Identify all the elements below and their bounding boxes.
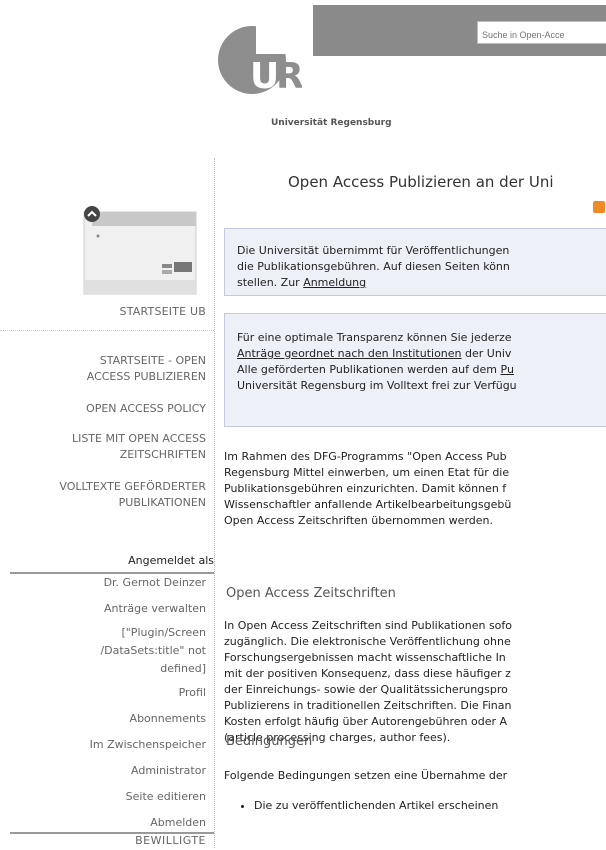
divider: [0, 330, 214, 331]
nav-label: OPEN ACCESS POLICY: [86, 402, 206, 415]
box-text: stellen. Zur Anmeldung: [237, 275, 606, 291]
account-administrator[interactable]: Administrator: [131, 762, 206, 780]
page-title: Open Access Publizieren an der Uni: [288, 173, 554, 191]
publikationsserver-link[interactable]: Pu: [501, 363, 514, 376]
nav-label: ZEITSCHRIFTEN: [119, 448, 206, 461]
startseite-ub-link[interactable]: STARTSEITE UB: [120, 305, 206, 318]
para-line: Publikationsgebühren einzurichten. Damit…: [224, 482, 507, 495]
account-label: defined]: [160, 662, 206, 675]
antraege-institutionen-link[interactable]: Anträge geordnet nach den Institutionen: [237, 347, 462, 360]
info-box-transparency: Für eine optimale Transparenz können Sie…: [224, 313, 606, 427]
list-item: Die zu veröffentlichenden Artikel ersche…: [254, 798, 498, 814]
para-line: In Open Access Zeitschriften sind Publik…: [224, 619, 513, 632]
para-line: Open Access Zeitschriften übernommen wer…: [224, 514, 493, 527]
para-line: Wissenschaftler anfallende Artikelbearbe…: [224, 498, 512, 511]
account-antraege[interactable]: Anträge verwalten: [104, 600, 206, 618]
para-line: Regensburg Mittel einwerben, um einen Et…: [224, 466, 510, 479]
account-plugin-screen[interactable]: ["Plugin/Screen /DataSets:title" not def…: [100, 624, 206, 678]
logged-in-label: Angemeldet als: [128, 554, 214, 567]
account-zwischenspeicher[interactable]: Im Zwischenspeicher: [90, 736, 206, 754]
box-text: Alle geförderten Publikationen werden au…: [237, 362, 606, 378]
section-title-bedingungen: Bedingungen: [226, 734, 313, 749]
box-text: Universität Regensburg im Volltext frei …: [237, 379, 517, 392]
nav-label: VOLLTEXTE GEFÖRDERTER: [59, 480, 206, 493]
account-seite-editieren[interactable]: Seite editieren: [126, 788, 206, 806]
search-input[interactable]: [477, 21, 606, 44]
account-label: /DataSets:title" not: [100, 644, 206, 657]
info-box-funding: Die Universität übernimmt für Veröffentl…: [224, 228, 606, 296]
nav-volltexte[interactable]: VOLLTEXTE GEFÖRDERTER PUBLIKATIONEN: [59, 479, 206, 511]
bedingungen-list: Die zu veröffentlichenden Artikel ersche…: [242, 798, 498, 814]
main-content: Open Access Publizieren an der Uni Die U…: [224, 158, 606, 848]
nav-startseite-open-access[interactable]: STARTSEITE - OPEN ACCESS PUBLIZIEREN: [87, 353, 206, 385]
box-text: der Univ: [461, 347, 512, 360]
nav-liste-zeitschriften[interactable]: LISTE MIT OPEN ACCESS ZEITSCHRIFTEN: [72, 431, 206, 463]
para-line: Kosten erfolgt häufig über Autorengebühr…: [224, 715, 508, 728]
box-text: stellen. Zur: [237, 276, 304, 289]
account-abmelden[interactable]: Abmelden: [150, 814, 206, 832]
nav-bewilligte[interactable]: BEWILLIGTE: [135, 832, 206, 850]
box-text: die Publikationsgebühren. Auf diesen Sei…: [237, 260, 510, 273]
para-line: Forschungsergebnissen macht wissenschaft…: [224, 651, 506, 664]
box-text: Alle geförderten Publikationen werden au…: [237, 363, 501, 376]
logo-u: U: [250, 56, 279, 97]
logo-r: R: [276, 56, 302, 97]
para-line: zugänglich. Die elektronische Veröffentl…: [224, 635, 511, 648]
account-profil[interactable]: Profil: [179, 684, 206, 702]
para-line: Im Rahmen des DFG-Programms "Open Access…: [224, 450, 507, 463]
para-line: mit der positiven Konsequenz, dass diese…: [224, 667, 511, 680]
rss-icon[interactable]: [593, 201, 605, 213]
section-paragraph: In Open Access Zeitschriften sind Publik…: [224, 618, 512, 746]
nav-label: LISTE MIT OPEN ACCESS: [71, 432, 206, 445]
box-text: Anträge geordnet nach den Institutionen …: [237, 346, 606, 362]
ur-logo[interactable]: U R: [212, 24, 302, 104]
nav-label: ACCESS PUBLIZIEREN: [86, 370, 206, 383]
sidebar: STARTSEITE UB STARTSEITE - OPEN ACCESS P…: [0, 158, 215, 848]
ub-page-icon[interactable]: [78, 202, 200, 302]
account-abonnements[interactable]: Abonnements: [130, 710, 206, 728]
nav-label: PUBLIKATIONEN: [118, 496, 206, 509]
university-name: Universität Regensburg: [271, 118, 392, 128]
anmeldung-link[interactable]: Anmeldung: [303, 276, 366, 289]
account-label: ["Plugin/Screen: [121, 626, 206, 639]
box-text: Die Universität übernimmt für Veröffentl…: [237, 244, 510, 257]
para-line: der Einreichungs- sowie der Qualitätssic…: [224, 683, 508, 696]
nav-open-access-policy[interactable]: OPEN ACCESS POLICY: [86, 401, 206, 417]
bedingungen-intro: Folgende Bedingungen setzen eine Übernah…: [224, 769, 508, 782]
intro-paragraph: Im Rahmen des DFG-Programms "Open Access…: [224, 449, 511, 529]
para-line: Publizierens in traditionellen Zeitschri…: [224, 699, 512, 712]
section-title-oa-zeitschriften: Open Access Zeitschriften: [226, 586, 396, 601]
nav-label: STARTSEITE - OPEN: [99, 354, 206, 367]
box-text: Für eine optimale Transparenz können Sie…: [237, 331, 512, 344]
account-user[interactable]: Dr. Gernot Deinzer: [104, 574, 206, 592]
